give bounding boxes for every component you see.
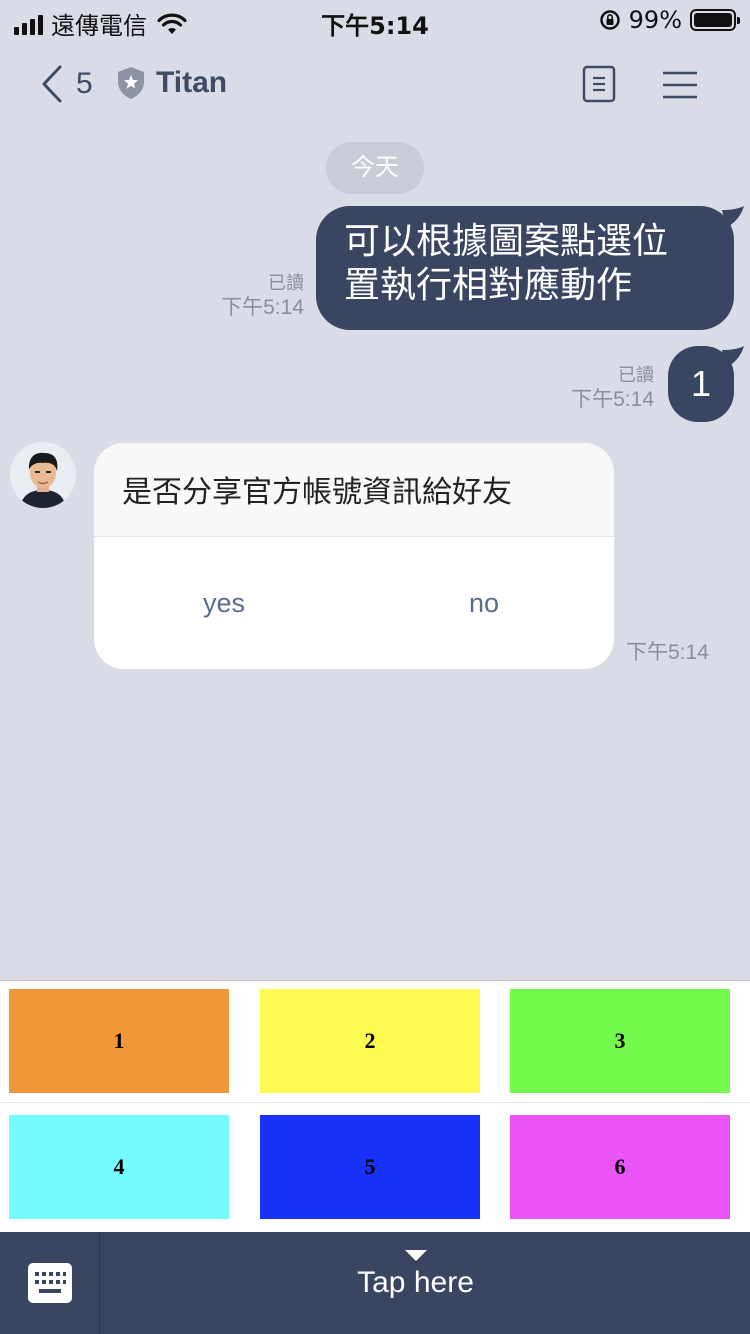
outgoing-message-bubble[interactable]: 可以根據圖案點選位 置執行相對應動作 [316, 206, 734, 330]
message-text-line: 可以根據圖案點選位 [344, 221, 669, 262]
rich-menu-toggle[interactable]: Tap here [101, 1232, 750, 1334]
shield-star-icon [118, 67, 144, 99]
confirm-actions: yes no [94, 538, 614, 669]
rich-menu-cell-3[interactable]: 3 [510, 989, 730, 1093]
status-bar: 遠傳電信 下午5:14 99% [0, 0, 750, 40]
read-receipt: 已讀 [268, 273, 304, 293]
chat-header: 5 Titan [0, 50, 750, 120]
message-time: 下午5:14 [571, 388, 654, 411]
rich-menu-cell-1[interactable]: 1 [9, 989, 229, 1093]
confirm-question: 是否分享官方帳號資訊給好友 [94, 443, 614, 537]
rotation-lock-icon [599, 10, 620, 30]
back-button[interactable]: 5 [38, 64, 93, 104]
message-meta: 已讀 下午5:14 [540, 364, 654, 414]
bottom-bar: Tap here [0, 1232, 750, 1334]
battery-percent: 99% [628, 6, 682, 34]
no-button[interactable]: no [354, 538, 614, 669]
bubble-tail [722, 206, 744, 228]
message-meta: 已讀 下午5:14 [190, 272, 304, 322]
rich-menu: 1 2 3 4 5 6 [0, 980, 750, 1232]
status-right: 99% [599, 6, 740, 34]
rich-menu-divider [0, 1102, 750, 1103]
unread-count: 5 [76, 67, 93, 100]
keyboard-icon [27, 1263, 72, 1303]
note-icon[interactable] [582, 65, 616, 103]
battery-icon [690, 9, 740, 31]
avatar-image [10, 442, 76, 508]
rich-menu-cell-5[interactable]: 5 [260, 1115, 480, 1219]
menu-icon[interactable] [662, 70, 698, 100]
chat-title-text: Titan [156, 66, 228, 99]
chat-title[interactable]: Titan [116, 66, 227, 100]
tap-here-label: Tap here [357, 1266, 474, 1299]
message-text-line: 置執行相對應動作 [344, 265, 633, 306]
chevron-left-icon [42, 65, 62, 103]
bubble-tail [722, 346, 744, 368]
date-separator: 今天 [326, 142, 424, 194]
avatar[interactable] [10, 442, 76, 508]
caret-down-icon [405, 1250, 427, 1261]
yes-button[interactable]: yes [94, 538, 354, 669]
message-time: 下午5:14 [626, 641, 709, 664]
rich-menu-cell-2[interactable]: 2 [260, 989, 480, 1093]
keyboard-toggle-button[interactable] [0, 1232, 100, 1334]
rich-menu-cell-6[interactable]: 6 [510, 1115, 730, 1219]
message-time: 下午5:14 [221, 296, 304, 319]
battery-fill [694, 13, 732, 27]
read-receipt: 已讀 [618, 365, 654, 385]
confirm-message-card: 是否分享官方帳號資訊給好友 yes no [94, 443, 614, 669]
rich-menu-cell-4[interactable]: 4 [9, 1115, 229, 1219]
